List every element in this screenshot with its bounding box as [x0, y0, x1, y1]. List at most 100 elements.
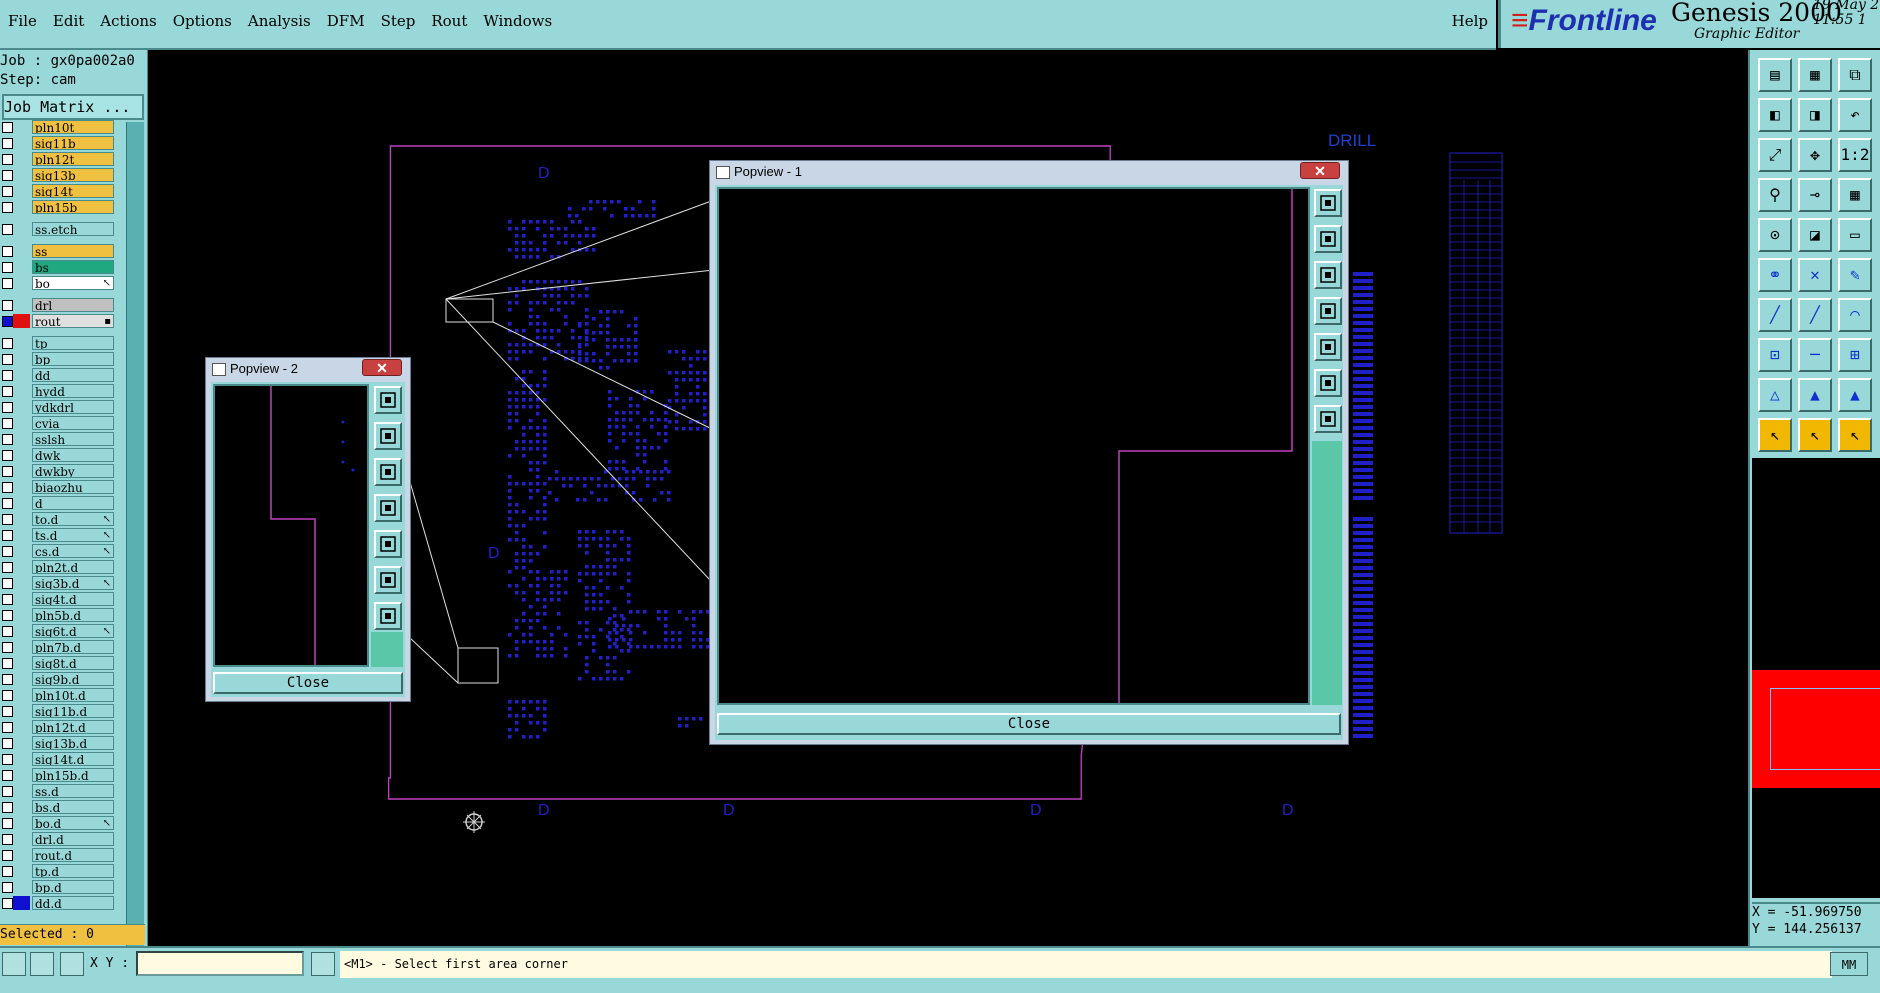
layer-row[interactable]: bs	[0, 260, 118, 275]
layer-name[interactable]: ts.d ↖	[32, 528, 114, 542]
layer-checkbox[interactable]	[2, 434, 13, 445]
popview-2-zoom-home-icon[interactable]	[374, 602, 402, 630]
tb-right-icon[interactable]: ◨	[1798, 98, 1832, 132]
popview-2-close-button[interactable]: Close	[213, 672, 403, 694]
layer-name[interactable]: d	[32, 496, 114, 510]
layer-row[interactable]: dd.d	[0, 896, 118, 911]
tb-pointer-plus-icon[interactable]: ↖	[1838, 418, 1872, 452]
layer-row[interactable]: bp	[0, 352, 118, 367]
layer-row[interactable]: sslsh	[0, 432, 118, 447]
layer-checkbox[interactable]	[2, 278, 13, 289]
draw-mode-icon[interactable]	[2, 952, 26, 976]
layer-row[interactable]: pln2t.d	[0, 560, 118, 575]
layer-name[interactable]: drl	[32, 298, 114, 312]
layer-checkbox[interactable]	[2, 316, 13, 327]
layer-checkbox[interactable]	[2, 354, 13, 365]
layer-checkbox[interactable]	[2, 578, 13, 589]
layer-name[interactable]: bo ↖	[32, 276, 114, 290]
tb-pen-icon[interactable]: ✎	[1838, 258, 1872, 292]
layer-name[interactable]: hydd	[32, 384, 114, 398]
layer-checkbox[interactable]	[2, 834, 13, 845]
layer-name[interactable]: ss	[32, 244, 114, 258]
layer-checkbox[interactable]	[2, 658, 13, 669]
layer-row[interactable]: hydd	[0, 384, 118, 399]
popview-2-pan-left-icon[interactable]	[374, 494, 402, 522]
menu-dfm[interactable]: DFM	[319, 12, 373, 30]
layer-checkbox[interactable]	[2, 706, 13, 717]
layer-name[interactable]: cs.d ↖	[32, 544, 114, 558]
tb-scale-icon[interactable]: 1:2	[1838, 138, 1872, 172]
layer-row[interactable]: tp.d	[0, 864, 118, 879]
layer-row[interactable]: drl.d	[0, 832, 118, 847]
layer-name[interactable]: bo.d ↖	[32, 816, 114, 830]
layer-row[interactable]: rout ▪	[0, 314, 118, 329]
layer-row[interactable]: sig8t.d	[0, 656, 118, 671]
layer-row[interactable]: sig6t.d ↖	[0, 624, 118, 639]
layer-checkbox[interactable]	[2, 786, 13, 797]
layer-checkbox[interactable]	[2, 498, 13, 509]
tb-net-icon[interactable]: ⚭	[1758, 258, 1792, 292]
layer-checkbox[interactable]	[2, 674, 13, 685]
layer-row[interactable]: sig14t	[0, 184, 118, 199]
menu-windows[interactable]: Windows	[475, 12, 560, 30]
layer-checkbox[interactable]	[2, 370, 13, 381]
layer-checkbox[interactable]	[2, 642, 13, 653]
popview-1-pan-left-icon[interactable]	[1314, 297, 1342, 325]
layer-row[interactable]: sig11b	[0, 136, 118, 151]
layer-name[interactable]: sig13b	[32, 168, 114, 182]
layer-name[interactable]: tp	[32, 336, 114, 350]
layer-row[interactable]: sig14t.d	[0, 752, 118, 767]
menu-file[interactable]: File	[0, 12, 45, 30]
layer-checkbox[interactable]	[2, 450, 13, 461]
layer-checkbox[interactable]	[2, 138, 13, 149]
layer-name[interactable]: to.d ↖	[32, 512, 114, 526]
layer-checkbox[interactable]	[2, 154, 13, 165]
popview-1-close-x[interactable]: ✕	[1300, 162, 1340, 179]
menu-step[interactable]: Step	[373, 12, 424, 30]
tb-grid-icon[interactable]: ▦	[1838, 178, 1872, 212]
tb-align-icon[interactable]: ⊞	[1838, 338, 1872, 372]
layer-name[interactable]: sig4t.d	[32, 592, 114, 606]
layer-name[interactable]: biaozhu	[32, 480, 114, 494]
popview-2-zoom-out-icon[interactable]	[374, 458, 402, 486]
layer-row[interactable]: dwk	[0, 448, 118, 463]
layer-checkbox[interactable]	[2, 754, 13, 765]
layer-name[interactable]: sig6t.d ↖	[32, 624, 114, 638]
layer-checkbox[interactable]	[2, 546, 13, 557]
layer-checkbox[interactable]	[2, 186, 13, 197]
menu-options[interactable]: Options	[165, 12, 240, 30]
layer-checkbox[interactable]	[2, 770, 13, 781]
layer-row[interactable]: cvia	[0, 416, 118, 431]
layer-checkbox[interactable]	[2, 530, 13, 541]
job-matrix-button[interactable]: Job Matrix ...	[2, 94, 144, 120]
layer-name[interactable]: bp	[32, 352, 114, 366]
layer-checkbox[interactable]	[2, 690, 13, 701]
popview-1-zoom-in-icon[interactable]	[1314, 225, 1342, 253]
layer-row[interactable]: ss.d	[0, 784, 118, 799]
popview-1-zoom-window-icon[interactable]	[1314, 189, 1342, 217]
popview-2-zoom-fit-icon[interactable]	[374, 566, 402, 594]
tb-cross-icon[interactable]: ✕	[1798, 258, 1832, 292]
layer-name[interactable]: pln15b	[32, 200, 114, 214]
menu-help[interactable]: Help	[1452, 12, 1488, 30]
layer-name[interactable]: pln12t.d	[32, 720, 114, 734]
layer-name[interactable]: sig3b.d ↖	[32, 576, 114, 590]
layer-row[interactable]: bs.d	[0, 800, 118, 815]
layer-row[interactable]: pln12t.d	[0, 720, 118, 735]
tb-edit-point-icon[interactable]: ⊡	[1758, 338, 1792, 372]
layer-checkbox[interactable]	[2, 246, 13, 257]
layer-name[interactable]: sig14t	[32, 184, 114, 198]
popview-1-zoom-out-icon[interactable]	[1314, 261, 1342, 289]
layer-row[interactable]: pln10t	[0, 120, 118, 135]
layer-name[interactable]: dd.d	[32, 896, 114, 910]
layer-row[interactable]: drl	[0, 298, 118, 313]
tb-arc-icon[interactable]: ◠	[1838, 298, 1872, 332]
layer-name[interactable]: pln10t.d	[32, 688, 114, 702]
layer-row[interactable]: dd	[0, 368, 118, 383]
layer-checkbox[interactable]	[2, 224, 13, 235]
layer-name[interactable]: ss.d	[32, 784, 114, 798]
popview-1-zoom-home-icon[interactable]	[1314, 405, 1342, 433]
units-button[interactable]: MM	[1830, 952, 1868, 976]
menu-actions[interactable]: Actions	[92, 12, 164, 30]
layer-name[interactable]: sig11b.d	[32, 704, 114, 718]
